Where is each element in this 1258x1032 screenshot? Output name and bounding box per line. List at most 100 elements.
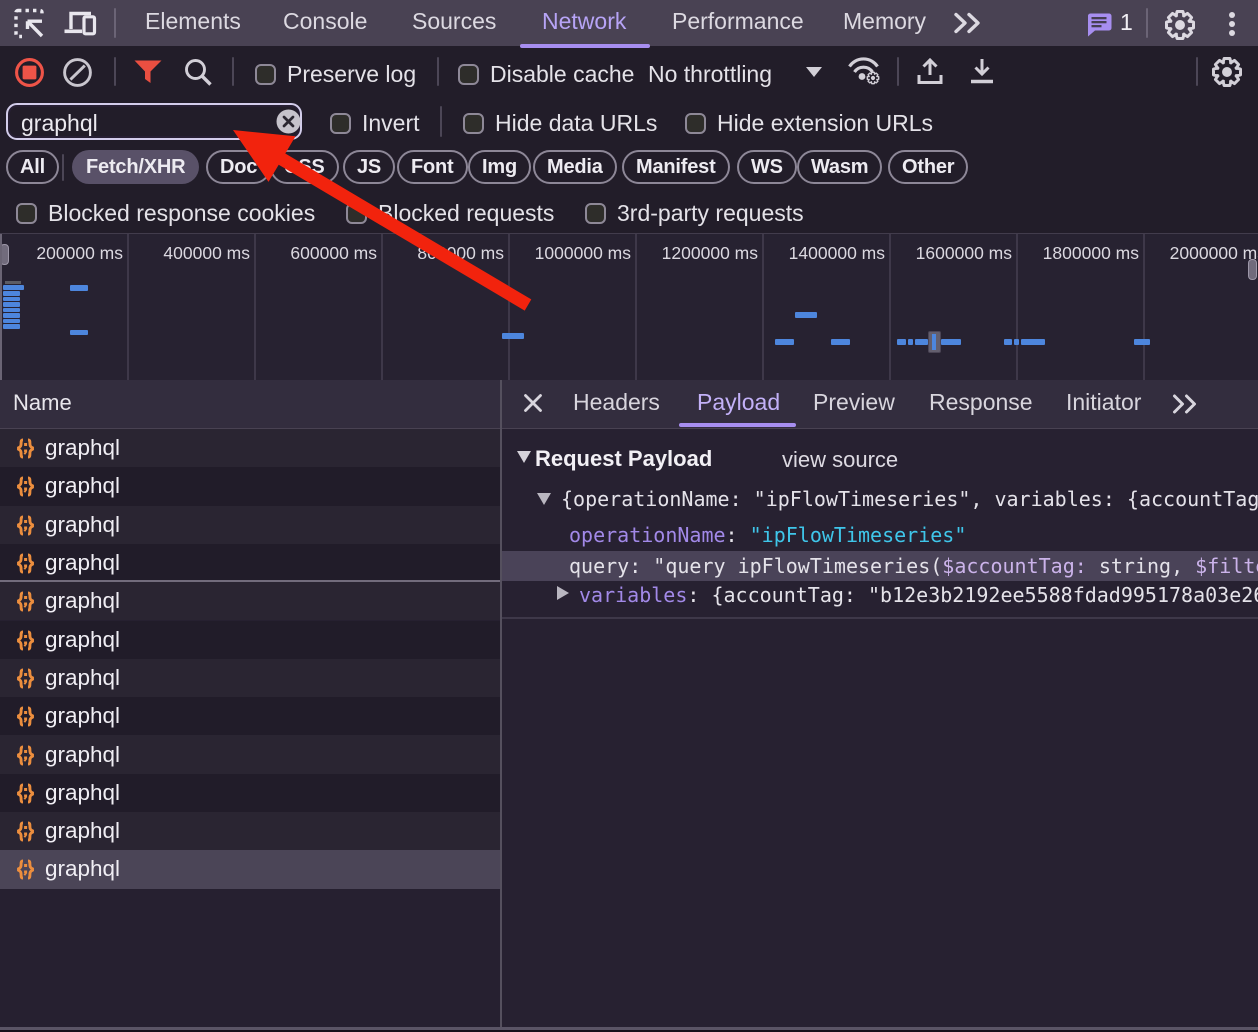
panel-header-strip: Name Headers Payload Preview Response In… [0,380,1258,429]
menu-dots-icon[interactable] [1227,11,1237,37]
request-row[interactable]: graphql [0,582,501,620]
hide-data-urls-checkbox[interactable] [463,113,484,134]
payload-line[interactable]: query: "query ipFlowTimeseries($accountT… [502,554,1258,580]
view-source-link[interactable]: view source [782,447,898,473]
request-row[interactable]: graphql [0,659,501,697]
request-row[interactable]: graphql [0,735,501,773]
chip-doc[interactable]: Doc [206,150,271,184]
timeline-gridline [508,234,510,380]
tab-elements[interactable]: Elements [145,0,241,43]
request-row[interactable]: graphql [0,506,501,544]
expander-down-icon[interactable] [537,492,551,510]
search-icon[interactable] [183,58,213,88]
tab-performance[interactable]: Performance [672,0,804,43]
device-toolbar-icon[interactable] [64,10,98,36]
inspect-element-icon[interactable] [14,8,46,40]
request-row[interactable]: graphql [0,774,501,812]
detail-tab-response[interactable]: Response [929,389,1033,416]
payload-line-text: variables: {accountTag: "b12e3b2192ee558… [579,583,1258,607]
timeline-tick-label: 1200000 ms [662,243,758,264]
chip-img[interactable]: Img [468,150,531,184]
timeline-gridline [762,234,764,380]
tab-sources[interactable]: Sources [412,0,496,43]
close-detail-icon[interactable] [524,394,542,412]
more-tabs-icon[interactable] [953,12,985,34]
request-name: graphql [45,512,120,538]
detail-tab-headers[interactable]: Headers [573,389,660,416]
hide-extension-urls-checkbox[interactable] [685,113,706,134]
record-network-log-icon[interactable] [15,58,44,87]
chip-ws[interactable]: WS [737,150,797,184]
tab-memory[interactable]: Memory [843,0,926,43]
network-conditions-icon[interactable] [847,57,881,85]
throttling-select[interactable]: No throttling [648,61,772,88]
payload-line[interactable]: operationName: "ipFlowTimeseries" [502,523,1258,549]
divider [114,8,116,38]
request-row[interactable]: graphql [0,544,501,582]
preserve-log-checkbox[interactable] [255,64,276,85]
payload-line-text: query: "query ipFlowTimeseries($accountT… [569,554,1258,578]
timeline-tick-label: 1600000 ms [916,243,1012,264]
tab-network[interactable]: Network [542,0,626,43]
json-request-icon [14,514,36,536]
network-activity-bar [908,339,913,345]
expander-right-icon[interactable] [557,586,569,605]
detail-tab-initiator[interactable]: Initiator [1066,389,1141,416]
network-activity-bar [1021,339,1045,345]
blocked-response-cookies-checkbox[interactable] [16,203,37,224]
payload-panel: Request Payload view source {operationNa… [502,429,1258,1032]
network-activity-bar [1004,339,1012,345]
timeline-tick-label: 1000000 ms [535,243,631,264]
request-row[interactable]: graphql [0,697,501,735]
preserve-log-label: Preserve log [287,61,416,88]
filter-icon[interactable] [134,60,162,84]
payload-line[interactable]: variables: {accountTag: "b12e3b2192ee558… [502,583,1258,609]
clear-filter-icon[interactable] [276,109,301,134]
detail-tab-preview[interactable]: Preview [813,389,895,416]
more-detail-tabs-icon[interactable] [1172,394,1200,414]
issues-count: 1 [1120,9,1133,36]
chip-fetch-xhr[interactable]: Fetch/XHR [72,150,199,184]
chip-wasm[interactable]: Wasm [797,150,882,184]
json-request-icon [14,629,36,651]
clear-network-log-icon[interactable] [63,58,92,87]
third-party-requests-checkbox[interactable] [585,203,606,224]
timeline-tick-label: 800000 ms [417,243,504,264]
import-har-icon[interactable] [916,57,944,87]
settings-gear-icon[interactable] [1165,10,1195,40]
invert-checkbox[interactable] [330,113,351,134]
request-row[interactable]: graphql [0,467,501,505]
filter-input[interactable]: graphql [6,103,302,140]
network-activity-bar [3,302,20,307]
chip-css[interactable]: CSS [270,150,339,184]
chip-js[interactable]: JS [343,150,395,184]
chip-manifest[interactable]: Manifest [622,150,730,184]
request-row[interactable]: graphql [0,812,501,850]
throttling-caret-icon[interactable] [805,66,823,78]
tab-console[interactable]: Console [283,0,367,43]
chip-font[interactable]: Font [397,150,468,184]
timeline-tick-label: 2000000 ms [1170,243,1258,264]
timeline-tick-label: 1800000 ms [1043,243,1139,264]
network-overview-timeline[interactable]: 200000 ms400000 ms600000 ms800000 ms1000… [0,233,1258,382]
request-row[interactable]: graphql [0,429,501,467]
name-column-header[interactable]: Name [13,390,72,416]
request-row[interactable]: graphql [0,621,501,659]
timeline-right-handle[interactable] [1248,259,1257,280]
issues-icon[interactable] [1086,12,1112,37]
export-har-icon[interactable] [968,57,996,87]
payload-line[interactable]: {operationName: "ipFlowTimeseries", vari… [502,487,1258,513]
chip-all[interactable]: All [6,150,59,184]
chip-other[interactable]: Other [888,150,968,184]
blocked-requests-checkbox[interactable] [346,203,367,224]
filter-bar: graphql Invert Hide data URLs Hide exten… [0,97,1258,147]
payload-text-segment: : [726,523,750,547]
detail-tab-payload[interactable]: Payload [697,389,780,416]
payload-text-segment: "ipFlowTimeseries" [750,523,967,547]
chip-media[interactable]: Media [533,150,617,184]
disable-cache-checkbox[interactable] [458,64,479,85]
request-payload-expander-icon[interactable] [517,450,531,468]
request-row[interactable]: graphql [0,850,501,888]
network-settings-gear-icon[interactable] [1212,57,1242,87]
disable-cache-checkbox-group: Disable cache [458,61,634,88]
